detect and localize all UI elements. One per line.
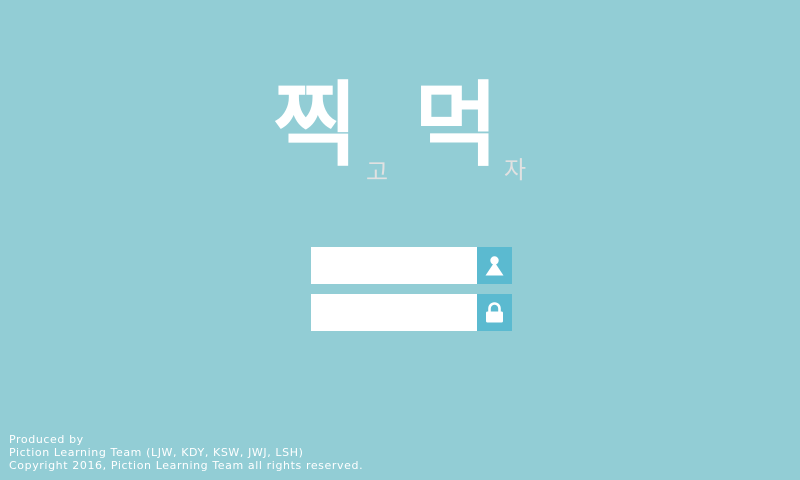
- logo-char-meok: 먹: [414, 72, 499, 179]
- credits-line-team: Piction Learning Team (LJW, KDY, KSW, JW…: [9, 446, 304, 459]
- password-row: [311, 294, 512, 331]
- password-input[interactable]: [311, 294, 477, 331]
- logo-char-jjik: 찍: [273, 72, 358, 179]
- app-logo: 찍 고 먹 자: [0, 0, 800, 200]
- username-row: [311, 247, 512, 284]
- credits-footer: Produced by Piction Learning Team (LJW, …: [9, 433, 363, 472]
- user-icon-svg: [485, 256, 504, 276]
- username-input[interactable]: [311, 247, 477, 284]
- credits-line-produced-by: Produced by: [9, 433, 84, 446]
- credits-line-copyright: Copyright 2016, Piction Learning Team al…: [9, 459, 364, 472]
- logo-char-go: 고: [366, 158, 389, 186]
- lock-icon-svg: [486, 302, 503, 323]
- user-icon: [477, 247, 512, 284]
- logo-char-ja: 자: [504, 156, 527, 184]
- lock-icon: [477, 294, 512, 331]
